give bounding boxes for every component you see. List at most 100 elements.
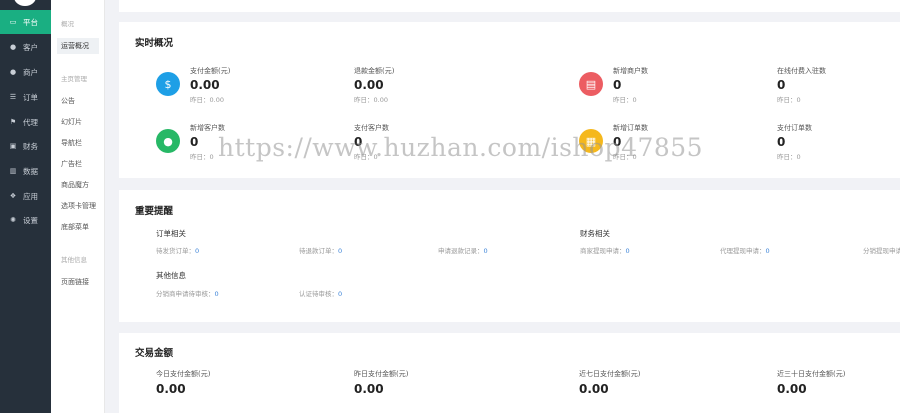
realtime-card: 实时概况 $ 支付金额(元) 0.00 昨日：0.00 退款金额(元) 0.00 昨日：0.… — [119, 22, 900, 178]
bar-chart-icon: ▥ — [9, 167, 17, 175]
alerts-title: 重要提醒 — [135, 206, 174, 217]
stat-label: 新增商户数 — [613, 67, 648, 75]
alert-count: 0 — [765, 247, 770, 255]
alert-label: 认证待审核： — [299, 290, 338, 298]
stat-yesterday: 昨日：0 — [613, 153, 637, 161]
nav-item-6[interactable]: ▥ 数据 — [0, 159, 51, 183]
users-icon: ● — [9, 68, 17, 76]
trade-amount: 昨日支付金额(元) 0.00 — [354, 369, 408, 396]
alert-finance-item[interactable]: 代理提现申请：0 — [720, 245, 770, 255]
money-bag-icon: $ — [156, 72, 180, 96]
trade-label: 昨日支付金额(元) — [354, 370, 409, 378]
subnav-group-home: 主页管理 — [61, 75, 87, 83]
alerts-card: 重要提醒 订单相关 财务相关 其他信息 待发货订单：0 待退款订单：0 申请退款记录… — [119, 190, 900, 322]
alert-label: 商家提现申请： — [580, 247, 626, 255]
trade-value: 0.00 — [354, 382, 384, 396]
nav-item-label: 商户 — [23, 67, 38, 77]
subnav-item-tabs[interactable]: 选项卡管理 — [57, 198, 99, 214]
nav-item-1[interactable]: ● 客户 — [0, 35, 51, 59]
user-icon: ● — [156, 129, 180, 153]
alert-order-item[interactable]: 申请退款记录：0 — [438, 245, 488, 255]
trade-amount: 近三十日支付金额(元) 0.00 — [777, 369, 845, 396]
main-content: 实时概况 $ 支付金额(元) 0.00 昨日：0.00 退款金额(元) 0.00 昨日：0.… — [105, 0, 900, 413]
sub-nav: 概况 运营概况 主页管理 公告 幻灯片 导航栏 广告栏 商品魔方 选项卡管理 底… — [51, 0, 105, 413]
stat-label: 支付金额(元) — [190, 67, 231, 75]
stat-yesterday: 昨日：0 — [613, 96, 637, 104]
nav-item-label: 订单 — [23, 92, 38, 102]
stat-yesterday: 昨日：0 — [777, 96, 801, 104]
subnav-item-links[interactable]: 页面链接 — [57, 274, 99, 290]
trade-label: 近三十日支付金额(元) — [777, 370, 846, 378]
nav-item-label: 应用 — [23, 191, 38, 201]
trade-label: 今日支付金额(元) — [156, 370, 211, 378]
nav-item-0[interactable]: ▭ 平台 — [0, 10, 51, 34]
trade-title: 交易金额 — [135, 348, 174, 359]
alert-label: 代理提现申请： — [720, 247, 766, 255]
logo — [14, 0, 36, 6]
alert-order-item[interactable]: 待发货订单：0 — [156, 245, 199, 255]
alert-order-item[interactable]: 待退款订单：0 — [299, 245, 342, 255]
alert-label: 分销商申请待审核： — [156, 290, 215, 298]
stat-label: 新增订单数 — [613, 124, 648, 132]
list-icon: ☰ — [9, 93, 17, 101]
realtime-title: 实时概况 — [135, 38, 174, 49]
stat-label: 在线付费入驻数 — [777, 67, 826, 75]
nav-item-7[interactable]: ❖ 应用 — [0, 184, 51, 208]
cubes-icon: ❖ — [9, 192, 17, 200]
nav-item-label: 数据 — [23, 166, 38, 176]
nav-item-label: 平台 — [23, 17, 38, 27]
nav-item-4[interactable]: ⚑ 代理 — [0, 110, 51, 134]
nav-item-label: 客户 — [23, 42, 38, 52]
stat-label: 支付客户数 — [354, 124, 389, 132]
stat-value: 0 — [777, 78, 786, 92]
alert-finance-item[interactable]: 商家提现申请：0 — [580, 245, 630, 255]
subnav-item-cube[interactable]: 商品魔方 — [57, 177, 99, 193]
nav-item-label: 设置 — [23, 215, 38, 225]
stat-value: 0.00 — [354, 78, 384, 92]
alert-label: 待退款订单： — [299, 247, 338, 255]
stat-value: 0.00 — [190, 78, 220, 92]
subnav-item-slides[interactable]: 幻灯片 — [57, 114, 99, 130]
alert-other-item[interactable]: 分销商申请待审核：0 — [156, 288, 219, 298]
stat-yesterday: 昨日：0.00 — [190, 96, 224, 104]
nav-item-5[interactable]: ▣ 财务 — [0, 134, 51, 158]
order-icon: ▦ — [579, 129, 603, 153]
stat-yesterday: 昨日：0 — [354, 153, 378, 161]
alert-finance-item[interactable]: 分销提现申请：0 — [863, 245, 900, 255]
subnav-item-overview[interactable]: 运营概况 — [57, 38, 99, 54]
order-section-title: 订单相关 — [156, 229, 186, 238]
subnav-item-notice[interactable]: 公告 — [57, 93, 99, 109]
alert-other-item[interactable]: 认证待审核：0 — [299, 288, 342, 298]
subnav-group-other: 其他信息 — [61, 256, 87, 264]
trade-value: 0.00 — [777, 382, 807, 396]
alert-count: 0 — [483, 247, 488, 255]
nav-item-8[interactable]: ✺ 设置 — [0, 208, 51, 232]
subnav-item-ads[interactable]: 广告栏 — [57, 156, 99, 172]
stat-value: 0 — [190, 135, 199, 149]
stat-yesterday: 昨日：0 — [777, 153, 801, 161]
money-icon: ▣ — [9, 142, 17, 150]
page-header — [119, 0, 900, 12]
subnav-group-overview: 概况 — [61, 20, 74, 28]
alert-count: 0 — [214, 290, 219, 298]
trade-amount: 近七日支付金额(元) 0.00 — [579, 369, 640, 396]
alert-count: 0 — [195, 247, 200, 255]
stat-value: 0 — [777, 135, 786, 149]
user-icon: ● — [9, 43, 17, 51]
monitor-icon: ▭ — [9, 18, 17, 26]
subnav-item-footer-menu[interactable]: 底部菜单 — [57, 219, 99, 235]
main-nav: ▭ 平台 ● 客户 ● 商户 ☰ 订单 ⚑ 代理 ▣ 财务 ▥ 数据 ❖ 应用 ✺ 设置 — [0, 0, 51, 413]
flag-icon: ⚑ — [9, 118, 17, 126]
alert-label: 申请退款记录： — [438, 247, 484, 255]
nav-item-2[interactable]: ● 商户 — [0, 60, 51, 84]
alert-label: 分销提现申请： — [863, 247, 900, 255]
stat-label: 支付订单数 — [777, 124, 812, 132]
nav-item-3[interactable]: ☰ 订单 — [0, 85, 51, 109]
trade-card: 交易金额 今日支付金额(元) 0.00 昨日支付金额(元) 0.00 近七日支付金额(元… — [119, 333, 900, 413]
nav-item-label: 财务 — [23, 141, 38, 151]
finance-section-title: 财务相关 — [580, 229, 610, 238]
alert-count: 0 — [338, 290, 343, 298]
alert-count: 0 — [338, 247, 343, 255]
subnav-item-navbar[interactable]: 导航栏 — [57, 135, 99, 151]
stat-yesterday: 昨日：0.00 — [354, 96, 388, 104]
